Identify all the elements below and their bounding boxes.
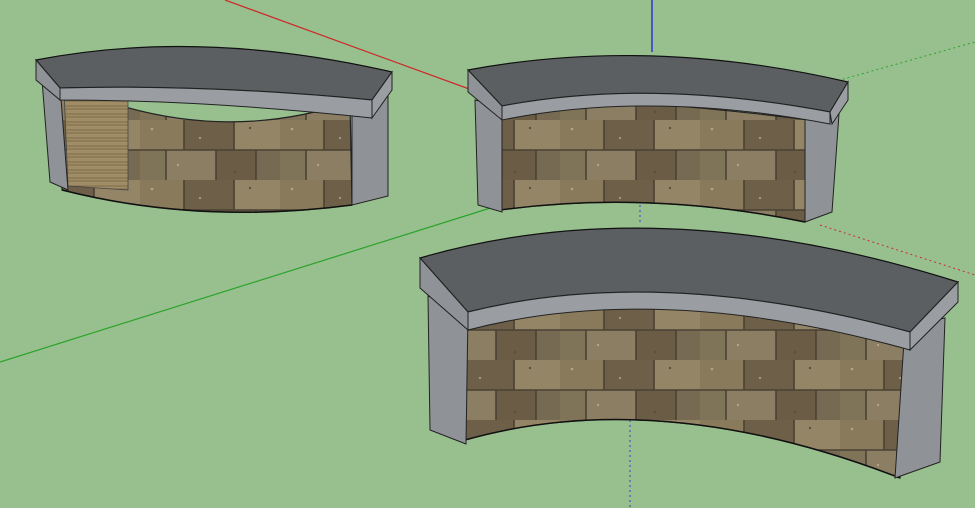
sketchup-viewport[interactable] [0,0,975,508]
medium-curved-wall[interactable] [466,54,849,223]
model-scene[interactable] [0,0,975,508]
small-curved-wall[interactable] [34,45,394,213]
small-wall-cutaway [63,87,129,191]
